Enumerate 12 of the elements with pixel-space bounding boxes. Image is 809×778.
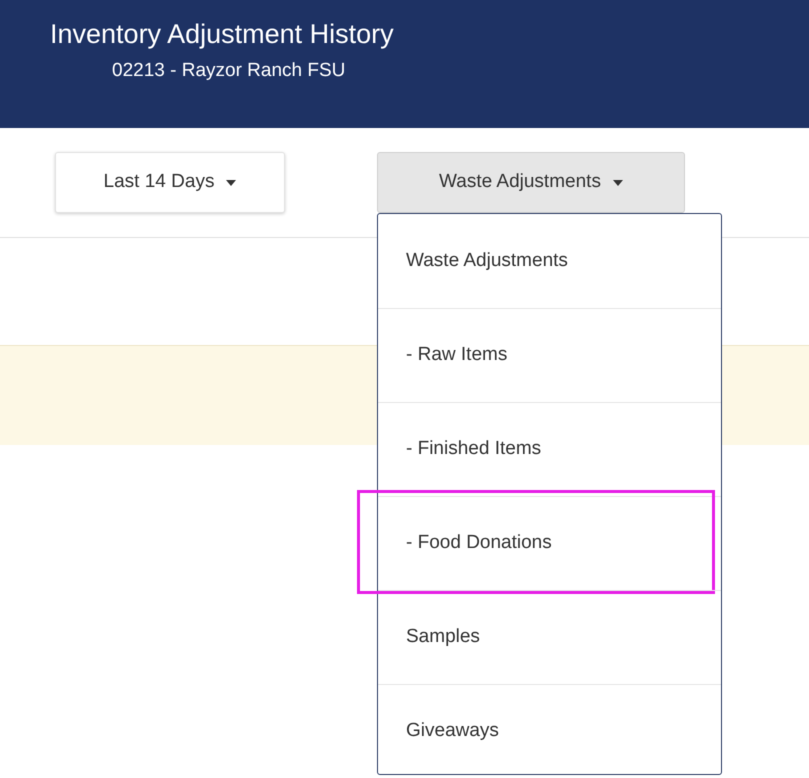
filter-dropdown[interactable]: Waste Adjustments — [377, 152, 685, 213]
menu-item[interactable]: Giveaways — [406, 717, 499, 746]
menu-item[interactable]: - Food Donations — [406, 529, 552, 558]
menu-item[interactable]: - Finished Items — [406, 435, 542, 464]
menu-item[interactable]: Waste Adjustments — [406, 246, 568, 276]
page-title: Inventory Adjustment History — [50, 18, 395, 51]
caret-icon — [226, 180, 236, 186]
filter-dropdown[interactable]: Last 14 Days — [55, 152, 285, 213]
menu-item[interactable]: Samples — [406, 623, 480, 652]
menu-item[interactable]: - Raw Items — [406, 341, 508, 370]
caret-icon — [612, 180, 623, 186]
store-name: 02213 - Rayzor Ranch FSU — [112, 59, 346, 83]
